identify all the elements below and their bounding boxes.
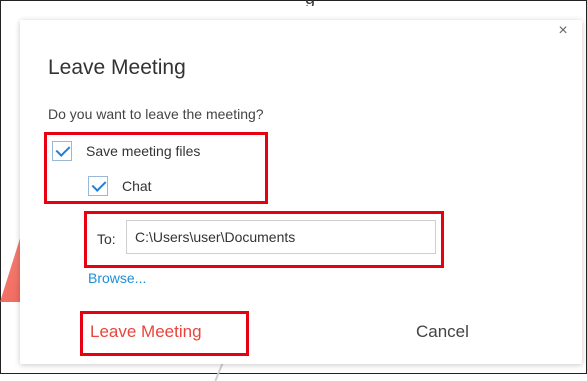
cancel-button[interactable]: Cancel: [416, 322, 469, 342]
leave-meeting-dialog: × Leave Meeting Do you want to leave the…: [20, 20, 582, 364]
save-meeting-files-label: Save meeting files: [86, 143, 201, 159]
checkbox-checked-icon[interactable]: [88, 176, 108, 196]
dialog-title: Leave Meeting: [48, 56, 186, 79]
chat-label: Chat: [122, 178, 152, 194]
save-path-input[interactable]: [126, 220, 436, 254]
background-text-fragment: g: [250, 0, 370, 6]
chat-checkbox[interactable]: Chat: [88, 176, 152, 196]
to-label: To:: [97, 231, 116, 247]
close-icon[interactable]: ×: [554, 22, 572, 40]
leave-question: Do you want to leave the meeting?: [48, 106, 264, 122]
leave-meeting-button[interactable]: Leave Meeting: [90, 322, 202, 342]
checkbox-checked-icon[interactable]: [52, 141, 72, 161]
save-meeting-files-checkbox[interactable]: Save meeting files: [52, 141, 200, 161]
browse-link[interactable]: Browse...: [88, 270, 146, 286]
